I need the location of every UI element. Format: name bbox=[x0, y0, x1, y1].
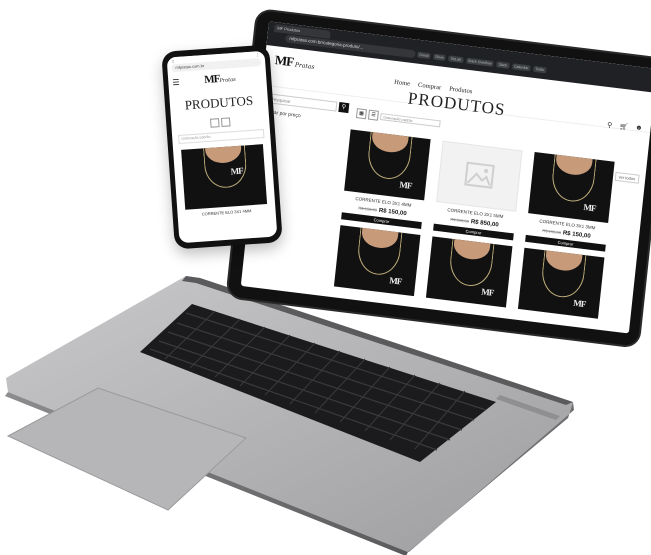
phone-view-toggle bbox=[171, 115, 269, 131]
home-icon[interactable]: ⌂ bbox=[172, 57, 175, 64]
phone-sort-select[interactable]: Ordenação padrão bbox=[178, 129, 265, 145]
product-card[interactable]: MF CORRENTE ELO 3X1 3MM R$ 150,00R$ 150,… bbox=[525, 151, 615, 252]
chain-graphic bbox=[355, 225, 404, 278]
product-image[interactable]: MF bbox=[344, 129, 431, 201]
laptop-lid: MF Produtos mfpratas.com.br/categoria-pr… bbox=[227, 10, 651, 347]
chain-graphic bbox=[447, 236, 496, 289]
brand-watermark: MF bbox=[582, 202, 597, 214]
bookmark-item[interactable]: Calendar bbox=[511, 63, 531, 72]
product-image[interactable]: MF bbox=[333, 225, 421, 297]
search-button[interactable]: ⚲ bbox=[338, 101, 350, 114]
product-image[interactable]: MF bbox=[528, 151, 615, 223]
logo-mark: MF bbox=[274, 52, 295, 70]
phone-site-logo[interactable]: MFPratas bbox=[204, 72, 236, 86]
current-price: R$ 850,00 bbox=[470, 219, 499, 229]
laptop-screen: MF Produtos mfpratas.com.br/categoria-pr… bbox=[240, 21, 651, 334]
current-price: R$ 150,00 bbox=[378, 207, 407, 218]
list-view-icon[interactable] bbox=[220, 117, 231, 127]
current-price: R$ 150,00 bbox=[562, 230, 591, 240]
old-price: R$ 150,00 bbox=[542, 227, 562, 236]
chain-graphic bbox=[539, 247, 588, 300]
grid-view-icon[interactable] bbox=[210, 118, 220, 128]
list-view-icon[interactable]: ☰ bbox=[367, 109, 379, 121]
site-logo[interactable]: MFPratas bbox=[274, 52, 315, 73]
image-placeholder-icon bbox=[464, 161, 495, 189]
old-price: R$ 150,00 bbox=[358, 205, 378, 213]
logo-subtext: Pratas bbox=[294, 61, 315, 71]
logo-subtext: Pratas bbox=[219, 76, 236, 85]
phone-device: ⌂ ⋮ mfpratas.com.br ☰ MFPratas PRODUTOS … bbox=[161, 44, 283, 250]
product-image-placeholder[interactable] bbox=[436, 140, 523, 212]
bookmark-item[interactable]: Stack Overflow bbox=[465, 57, 494, 67]
grid-view-icon[interactable]: ▦ bbox=[355, 108, 367, 120]
brand-watermark: MF bbox=[480, 286, 494, 298]
search-icon[interactable]: ⚲ bbox=[607, 121, 613, 130]
phone-page-title: PRODUTOS bbox=[184, 92, 254, 113]
phone-screen: ⌂ ⋮ mfpratas.com.br ☰ MFPratas PRODUTOS … bbox=[166, 50, 278, 244]
chain-graphic bbox=[549, 151, 598, 205]
device-mockup-scene: MF Produtos mfpratas.com.br/categoria-pr… bbox=[0, 0, 651, 555]
product-card[interactable]: MF bbox=[517, 247, 605, 319]
bookmark-item[interactable]: GitLab bbox=[448, 55, 464, 64]
brand-watermark: MF bbox=[572, 297, 586, 310]
bookmark-item[interactable]: Slack bbox=[496, 61, 510, 69]
menu-dots-icon[interactable]: ⋮ bbox=[255, 51, 259, 58]
brand-watermark: MF bbox=[230, 165, 244, 177]
brand-watermark: MF bbox=[398, 179, 413, 191]
old-price: R$ 850,00 bbox=[450, 216, 470, 224]
brand-watermark: MF bbox=[388, 275, 402, 287]
product-card[interactable]: MF CORRENTE ELO 3X1 4MM R$ 150,00R$ 150,… bbox=[341, 129, 431, 230]
product-image[interactable]: MF bbox=[425, 236, 513, 308]
product-card[interactable]: MF bbox=[333, 225, 421, 297]
product-image[interactable]: MF bbox=[517, 247, 605, 319]
sort-select[interactable]: Ordenação padrão bbox=[380, 113, 441, 128]
hamburger-menu-icon[interactable]: ☰ bbox=[172, 78, 180, 87]
view-all-badge[interactable]: ver todos bbox=[614, 171, 640, 184]
home-indicator[interactable]: ▬ bbox=[179, 229, 277, 241]
search-icon: ⚲ bbox=[341, 104, 347, 111]
product-card[interactable]: MF bbox=[425, 236, 513, 308]
bookmark-item[interactable]: Drive bbox=[433, 53, 447, 62]
product-card[interactable]: CORRENTE ELO 3X1 5MM R$ 850,00R$ 850,00 … bbox=[433, 140, 523, 241]
cart-icon[interactable]: 🛒︎ bbox=[619, 122, 629, 131]
logo-mark: MF bbox=[203, 73, 220, 87]
product-grid: MF CORRENTE ELO 3X1 4MM R$ 150,00R$ 150,… bbox=[333, 129, 615, 319]
user-icon[interactable]: ☻ bbox=[635, 124, 643, 133]
chain-graphic bbox=[365, 129, 414, 182]
phone-product-image[interactable]: MF bbox=[181, 144, 268, 210]
view-toggle: ▦ ☰ bbox=[355, 108, 379, 121]
bookmark-item[interactable]: Trello bbox=[533, 65, 547, 74]
bookmark-item[interactable]: Gmail bbox=[417, 51, 431, 60]
